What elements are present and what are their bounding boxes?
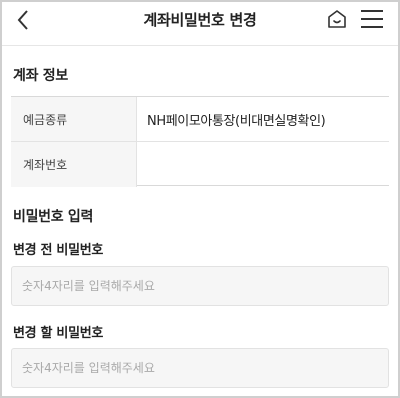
account-info-table: 예금종류 NH페이모아통장(비대면실명확인) 계좌번호 bbox=[11, 96, 389, 187]
screen: 계좌비밀번호 변경 계좌 정보 예금종류 NH페이모아통장(비대면실명확인) 계… bbox=[0, 0, 400, 398]
account-info-title: 계좌 정보 bbox=[13, 68, 68, 84]
home-icon[interactable] bbox=[326, 8, 348, 30]
hamburger-menu-icon[interactable] bbox=[360, 9, 384, 29]
password-section-title: 비밀번호 입력 bbox=[13, 209, 94, 225]
account-number-value bbox=[147, 142, 389, 187]
top-bar: 계좌비밀번호 변경 bbox=[2, 2, 398, 38]
current-password-label: 변경 전 비밀번호 bbox=[13, 243, 104, 258]
deposit-type-value: NH페이모아통장(비대면실명확인) bbox=[147, 113, 326, 129]
header-divider bbox=[2, 45, 398, 46]
new-password-input[interactable] bbox=[11, 348, 389, 388]
current-password-input[interactable] bbox=[11, 266, 389, 306]
table-row: 계좌번호 bbox=[11, 142, 389, 187]
account-number-label: 계좌번호 bbox=[11, 142, 137, 187]
new-password-label: 변경 할 비밀번호 bbox=[13, 326, 104, 341]
table-row: 예금종류 NH페이모아통장(비대면실명확인) bbox=[11, 97, 389, 142]
deposit-type-label: 예금종류 bbox=[11, 97, 137, 141]
